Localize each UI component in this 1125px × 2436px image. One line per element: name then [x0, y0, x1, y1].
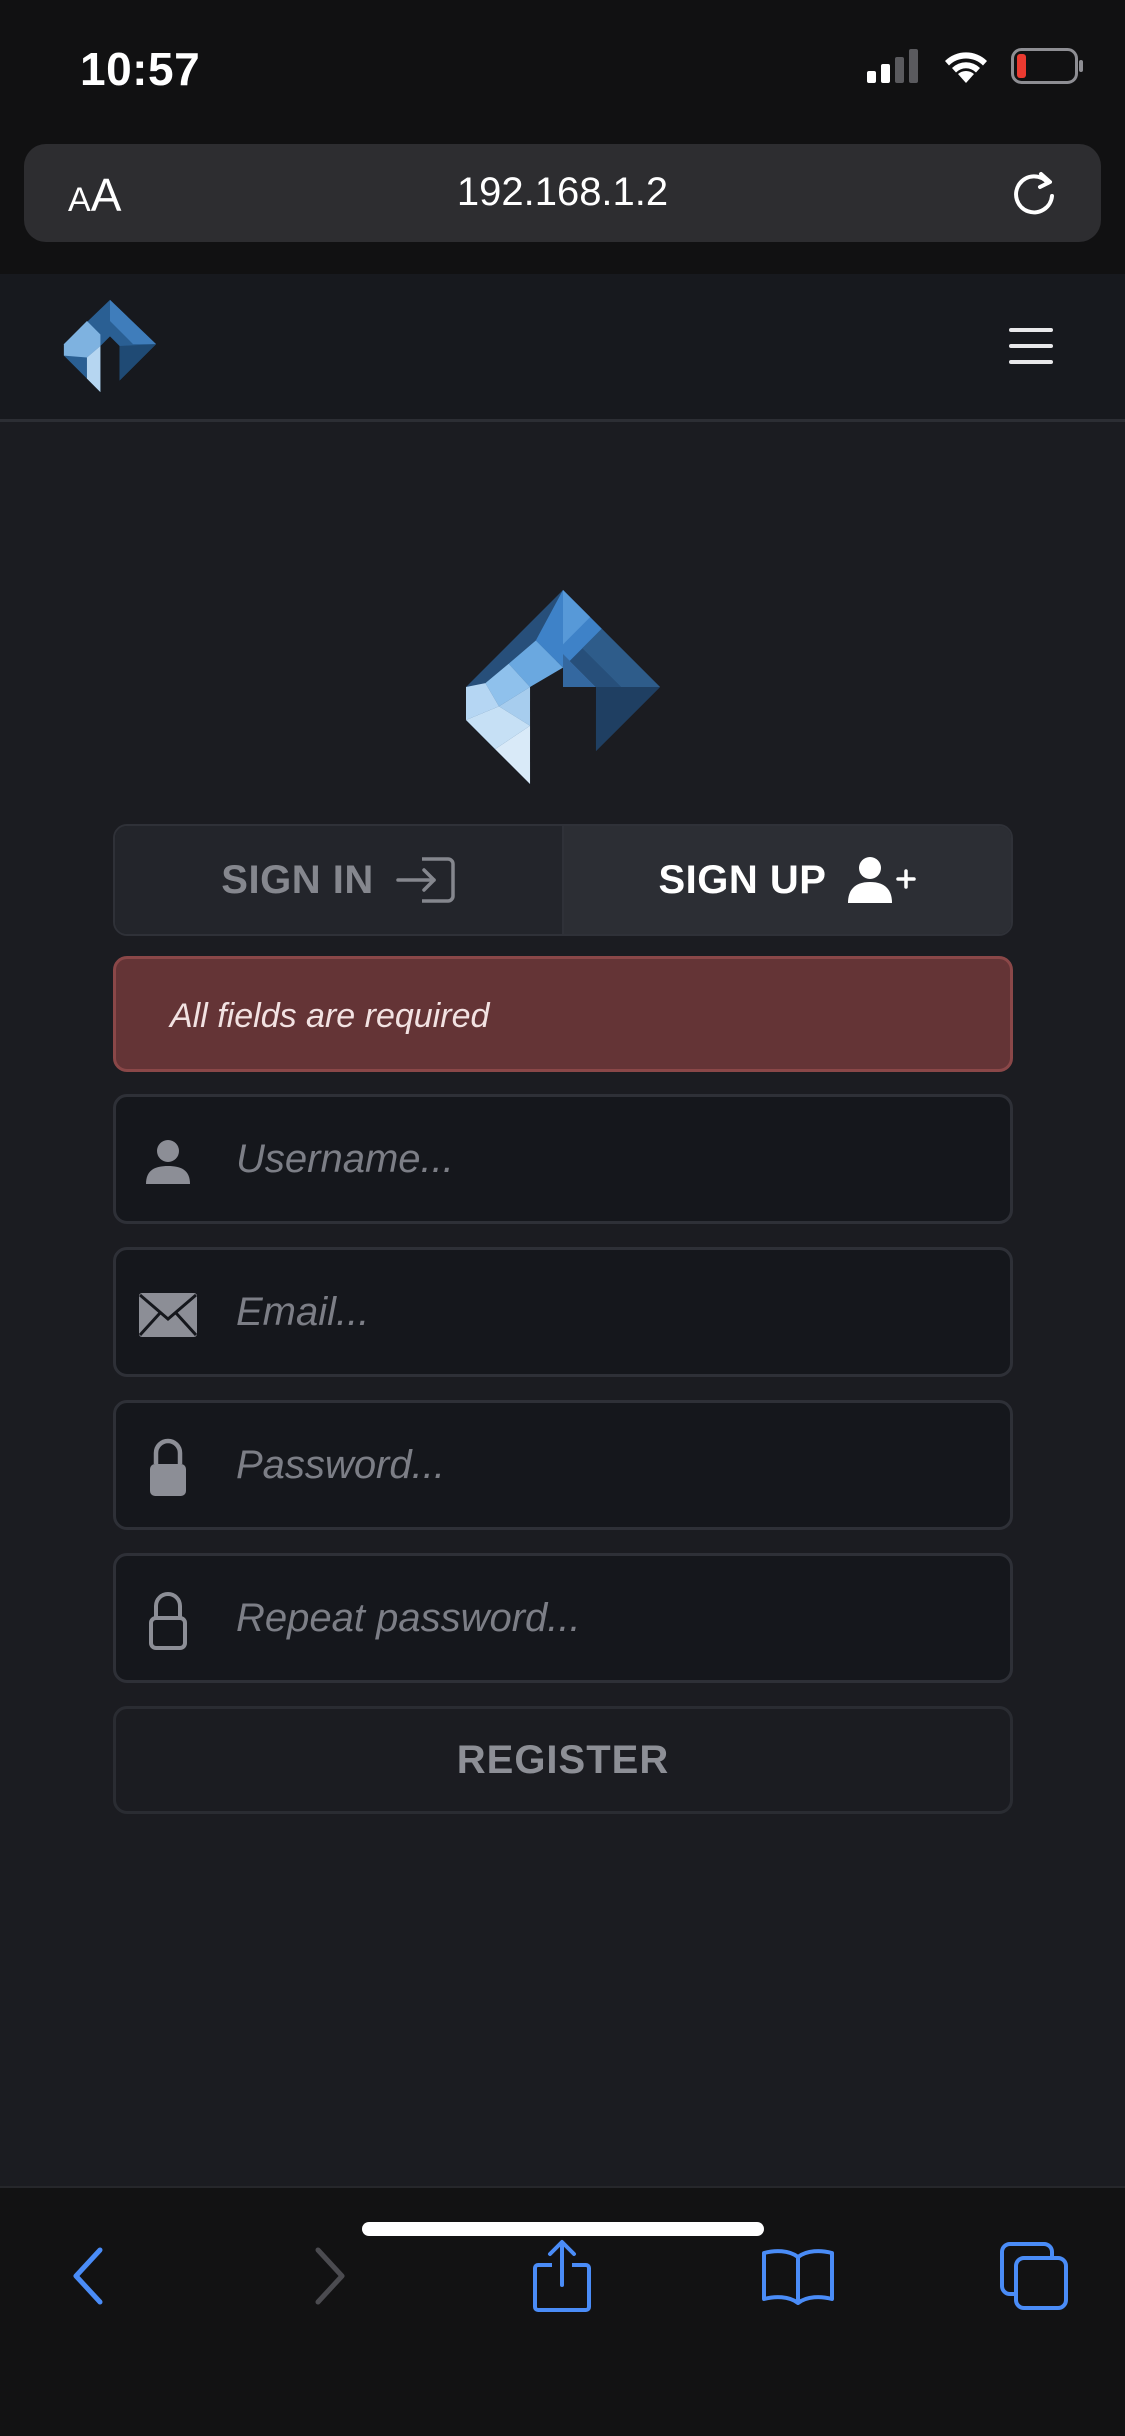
- username-field: [113, 1094, 1013, 1224]
- share-icon: [533, 2240, 591, 2312]
- repeat-password-input[interactable]: [236, 1556, 986, 1680]
- envelope-icon: [139, 1293, 197, 1337]
- site-navbar: [0, 274, 1125, 422]
- status-icons: [867, 48, 1085, 84]
- tab-sign-up[interactable]: SIGN UP: [564, 826, 1011, 934]
- email-icon-wrap: [138, 1285, 198, 1345]
- user-plus-icon: [848, 857, 917, 903]
- chevron-left-icon: [73, 2247, 103, 2305]
- tab-sign-in[interactable]: SIGN IN: [115, 826, 564, 934]
- forward-button[interactable]: [290, 2236, 370, 2316]
- book-icon: [762, 2249, 834, 2305]
- browser-top-bar: AA 192.168.1.2: [0, 140, 1125, 274]
- tab-sign-in-label: SIGN IN: [221, 857, 374, 902]
- username-input[interactable]: [236, 1097, 986, 1221]
- url-text[interactable]: 192.168.1.2: [24, 170, 1101, 215]
- tabs-icon: [1000, 2242, 1068, 2310]
- back-button[interactable]: [48, 2236, 128, 2316]
- password-input[interactable]: [236, 1403, 986, 1527]
- home-indicator: [362, 2222, 764, 2236]
- address-bar[interactable]: AA 192.168.1.2: [24, 144, 1101, 242]
- reload-icon[interactable]: [1007, 166, 1061, 220]
- tabs-button[interactable]: [994, 2236, 1074, 2316]
- register-button[interactable]: REGISTER: [113, 1706, 1013, 1814]
- share-button[interactable]: [522, 2236, 602, 2316]
- brand-logo-icon[interactable]: [62, 298, 158, 394]
- password-field: [113, 1400, 1013, 1530]
- password-icon-wrap: [138, 1438, 198, 1498]
- error-alert: All fields are required: [113, 956, 1013, 1072]
- page: 10:57 AA 192.168.1.2 SIGN IN SIGN UP All…: [0, 0, 1125, 2436]
- repeat-password-field: [113, 1553, 1013, 1683]
- bookmarks-button[interactable]: [758, 2236, 838, 2316]
- email-input[interactable]: [236, 1250, 986, 1374]
- cellular-signal-icon: [867, 49, 918, 83]
- tab-sign-up-label: SIGN UP: [658, 857, 827, 902]
- main-logo-icon: [466, 590, 660, 784]
- sign-in-icon: [395, 857, 455, 903]
- wifi-icon: [945, 52, 987, 83]
- user-icon: [146, 1140, 190, 1184]
- lock-outline-icon: [149, 1592, 187, 1650]
- repeat-password-icon-wrap: [138, 1591, 198, 1651]
- email-field: [113, 1247, 1013, 1377]
- battery-icon: [1011, 48, 1083, 84]
- status-bar: 10:57: [0, 0, 1125, 140]
- status-time: 10:57: [80, 43, 201, 95]
- username-icon-wrap: [138, 1132, 198, 1192]
- error-alert-message: All fields are required: [170, 997, 490, 1035]
- hamburger-menu-icon[interactable]: [1009, 326, 1053, 366]
- lock-icon: [150, 1438, 186, 1496]
- chevron-right-icon: [315, 2247, 345, 2305]
- auth-tabs: SIGN IN SIGN UP: [113, 824, 1013, 936]
